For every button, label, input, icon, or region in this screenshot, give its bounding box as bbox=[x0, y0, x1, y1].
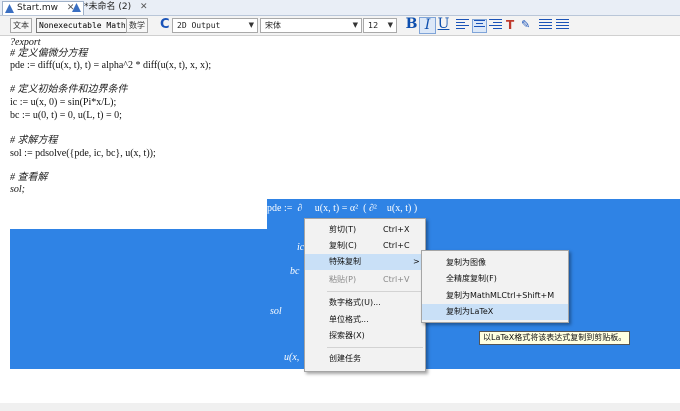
submenu-item-copy-mathml[interactable]: 复制为MathMLCtrl+Shift+M bbox=[422, 288, 568, 304]
c-style-icon[interactable]: C bbox=[160, 17, 170, 32]
menu-item-cut[interactable]: 剪切(T) Ctrl+X bbox=[305, 222, 425, 238]
bc-output: bc bbox=[290, 266, 300, 277]
font-size-dropdown[interactable]: 12 ▼ bbox=[363, 18, 397, 33]
maple-document-icon bbox=[5, 4, 14, 13]
chevron-down-icon: ▼ bbox=[248, 21, 254, 29]
text-color-icon[interactable]: T bbox=[506, 19, 519, 31]
sol-output: sol bbox=[270, 306, 282, 317]
output-style-value: 2D Output bbox=[177, 21, 221, 30]
maple-document-icon bbox=[72, 3, 81, 12]
menu-item-copy[interactable]: 复制(C) Ctrl+C bbox=[305, 238, 425, 254]
special-copy-submenu: 复制为图像 全精度复制(F) 复制为MathMLCtrl+Shift+M 复制为… bbox=[421, 250, 569, 323]
align-left-icon[interactable] bbox=[456, 19, 469, 31]
italic-button[interactable]: I bbox=[419, 17, 436, 34]
menu-item-special-copy[interactable]: 特殊复制 > bbox=[305, 254, 425, 270]
context-menu: 剪切(T) Ctrl+X 复制(C) Ctrl+C 特殊复制 > 粘贴(P) C… bbox=[304, 218, 426, 372]
code-line[interactable]: sol; bbox=[10, 184, 25, 196]
menu-separator bbox=[327, 291, 423, 292]
menu-item-explorer[interactable]: 探索器(X) bbox=[305, 328, 425, 344]
underline-button[interactable]: U bbox=[436, 17, 451, 32]
menu-item-number-format[interactable]: 数字格式(U)... bbox=[305, 295, 425, 311]
tooltip: 以LaTeX格式将该表达式复制到剪贴板。 bbox=[479, 331, 631, 345]
bullet-list-icon[interactable] bbox=[539, 19, 552, 31]
font-size-value: 12 bbox=[368, 21, 379, 30]
submenu-item-copy-latex[interactable]: 复制为LaTeX bbox=[422, 304, 568, 320]
menu-item-unit-format[interactable]: 单位格式... bbox=[305, 312, 425, 328]
code-line[interactable]: ic := u(x, 0) = sin(Pi*x/L); bbox=[10, 97, 116, 109]
align-right-icon[interactable] bbox=[489, 19, 502, 31]
chevron-down-icon: ▼ bbox=[352, 21, 358, 29]
font-dropdown[interactable]: 宋体 ▼ bbox=[260, 18, 362, 33]
nonexecutable-math-button[interactable]: Nonexecutable Math bbox=[36, 18, 129, 33]
solution-output: u(x, bbox=[284, 352, 300, 363]
bold-button[interactable]: B bbox=[404, 17, 419, 32]
menu-separator bbox=[327, 347, 423, 348]
comment-line[interactable]: # 定义偏微分方程 bbox=[10, 48, 88, 60]
chevron-down-icon: ▼ bbox=[387, 21, 393, 29]
menu-item-paste[interactable]: 粘贴(P) Ctrl+V bbox=[305, 272, 425, 288]
math-mode-button[interactable]: 数学 bbox=[126, 18, 148, 33]
document-tabs: Start.mw ✕ *未命名 (2) ✕ bbox=[0, 0, 680, 16]
comment-line[interactable]: # 查看解 bbox=[10, 172, 48, 184]
chevron-right-icon: > bbox=[413, 257, 420, 266]
output-style-dropdown[interactable]: 2D Output ▼ bbox=[172, 18, 258, 33]
pde-output: pde := ∂ u(x, t) = α² ( ∂² u(x, t) ) bbox=[267, 203, 418, 214]
comment-line[interactable]: # 定义初始条件和边界条件 bbox=[10, 84, 128, 96]
highlight-pen-icon[interactable]: ✎ bbox=[521, 19, 534, 31]
align-center-icon[interactable] bbox=[472, 19, 487, 33]
format-toolbar: 文本 Nonexecutable Math 数学 C 2D Output ▼ 宋… bbox=[0, 16, 680, 36]
text-mode-button[interactable]: 文本 bbox=[10, 18, 32, 33]
tab-start-label: Start.mw bbox=[17, 3, 58, 13]
submenu-item-copy-image[interactable]: 复制为图像 bbox=[422, 255, 568, 271]
comment-line[interactable]: # 求解方程 bbox=[10, 135, 58, 147]
horizontal-scrollbar[interactable] bbox=[0, 403, 680, 411]
close-icon[interactable]: ✕ bbox=[140, 2, 148, 12]
tab-untitled-label: *未命名 (2) bbox=[84, 2, 132, 12]
menu-item-create-task[interactable]: 创建任务 bbox=[305, 351, 425, 367]
tab-untitled[interactable]: *未命名 (2) ✕ bbox=[70, 1, 164, 14]
submenu-item-full-precision[interactable]: 全精度复制(F) bbox=[422, 271, 568, 287]
code-line[interactable]: pde := diff(u(x, t), t) = alpha^2 * diff… bbox=[10, 60, 211, 72]
code-line[interactable]: sol := pdsolve({pde, ic, bc}, u(x, t)); bbox=[10, 148, 156, 160]
code-line[interactable]: bc := u(0, t) = 0, u(L, t) = 0; bbox=[10, 110, 122, 122]
font-value: 宋体 bbox=[265, 21, 281, 30]
numbered-list-icon[interactable] bbox=[556, 19, 569, 31]
